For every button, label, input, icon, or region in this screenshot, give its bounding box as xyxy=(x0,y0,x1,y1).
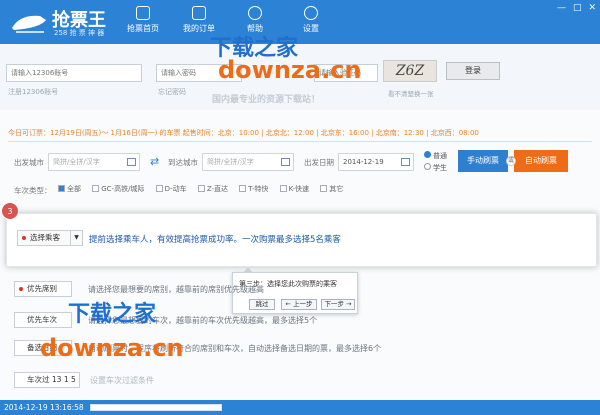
train-type-label: 车次类型： xyxy=(14,186,52,195)
maximize-button[interactable]: □ xyxy=(573,3,582,13)
chevron-down-icon: ▼ xyxy=(70,231,82,245)
ticket-type-normal[interactable]: 普通 xyxy=(424,151,447,161)
train-icon xyxy=(136,6,150,20)
refresh-captcha-link[interactable]: 看不清楚换一张 xyxy=(388,88,434,98)
progress-bar xyxy=(90,404,222,411)
from-label: 出发城市 xyxy=(14,158,44,167)
train-logo-icon xyxy=(12,15,46,33)
account-input[interactable] xyxy=(6,64,142,82)
train-type-z[interactable]: Z-直达 xyxy=(197,185,228,193)
skip-button[interactable]: 跳过 xyxy=(249,299,275,310)
app-slogan: 258 抢 票 神 器 xyxy=(54,29,105,37)
train-type-k[interactable]: K-快速 xyxy=(279,185,309,193)
ticket-type-student[interactable]: 学生 xyxy=(424,163,447,173)
app-logo: 抢票王 258 抢 票 神 器 xyxy=(10,6,120,38)
to-city-input[interactable]: 简拼/全拼/汉字 xyxy=(202,153,294,171)
passenger-hint: 提前选择乘车人，有效提高抢票成功率。一次购票最多选择5名乘客 xyxy=(89,235,341,245)
train-type-gc[interactable]: GC-高铁/城际 xyxy=(92,185,144,193)
keyboard-icon xyxy=(127,158,136,166)
forgot-password-link[interactable]: 忘记密码 xyxy=(158,87,186,97)
title-bar: 抢票王 258 抢 票 神 器 抢票首页 我的订单 帮助 设置 — □ ✕ xyxy=(0,0,600,44)
status-datetime: 2014-12-19 13:16:58 xyxy=(4,403,84,412)
train-type-d[interactable]: D-动车 xyxy=(155,185,187,193)
date-input[interactable]: 2014-12-19 xyxy=(338,153,414,171)
select-passenger-button[interactable]: 选择乘客 ▼ xyxy=(17,230,83,246)
to-label: 到达城市 xyxy=(168,158,198,167)
watermark-domain-bottom: downza.cn xyxy=(40,334,184,362)
checklist-icon xyxy=(192,6,206,20)
keyboard-icon xyxy=(281,158,290,166)
required-dot-icon xyxy=(22,236,26,240)
captcha-image[interactable]: Z6Z xyxy=(383,60,437,82)
minimize-button[interactable]: — xyxy=(557,3,566,13)
train-filter-input[interactable]: 车次过 13 1 5 xyxy=(14,372,80,388)
date-label: 出发日期 xyxy=(304,158,334,167)
prev-step-button[interactable]: ← 上一步 xyxy=(281,299,317,310)
watermark-domain: downza.cn xyxy=(218,56,362,84)
train-priority-button[interactable]: 优先车次 xyxy=(14,312,72,328)
seat-priority-button[interactable]: 优先席别 xyxy=(14,281,72,297)
schedule-text: 今日可订票：12月19日(周五)～ 1月16日(周一) 的车票 起售时间：北京：… xyxy=(8,129,479,137)
calendar-icon xyxy=(401,158,410,166)
help-icon xyxy=(248,6,262,20)
next-step-button[interactable]: 下一步 → xyxy=(321,299,355,310)
close-button[interactable]: ✕ xyxy=(588,3,596,13)
train-filter-hint: 设置车次过滤条件 xyxy=(90,376,154,385)
login-button[interactable]: 登录 xyxy=(446,62,500,80)
manual-refresh-button[interactable]: 手动刷票 xyxy=(458,150,508,172)
passenger-step-panel: 3 选择乘客 ▼ 提前选择乘车人，有效提高抢票成功率。一次购票最多选择5名乘客 xyxy=(1,202,597,267)
watermark-tagline: 国内最专业的资源下载站！ xyxy=(212,95,321,105)
register-link[interactable]: 注册12306账号 xyxy=(8,87,58,97)
train-type-options: 全部 GC-高铁/城际 D-动车 Z-直达 T-特快 K-快速 其它 xyxy=(58,184,343,194)
window-controls: — □ ✕ xyxy=(550,3,596,13)
train-type-t[interactable]: T-特快 xyxy=(239,185,268,193)
schedule-bar: 今日可订票：12月19日(周五)～ 1月16日(周一) 的车票 起售时间：北京：… xyxy=(8,128,592,142)
from-city-input[interactable]: 简拼/全拼/汉字 xyxy=(48,153,140,171)
train-type-all[interactable]: 全部 xyxy=(58,185,81,193)
seat-priority-hint: 请选择您最想要的席别，越靠前的席别优先级越高 xyxy=(88,285,264,294)
auto-refresh-button[interactable]: 自动刷票 xyxy=(514,150,568,172)
step-number-badge: 3 xyxy=(1,202,19,220)
watermark-title-bottom: 下载之家 xyxy=(68,302,157,327)
nav-home[interactable]: 抢票首页 xyxy=(116,6,170,42)
swap-icon[interactable]: ⇄ xyxy=(150,155,159,168)
or-label: 或 xyxy=(506,156,516,166)
train-type-other[interactable]: 其它 xyxy=(320,185,343,193)
clock-icon xyxy=(304,6,318,20)
